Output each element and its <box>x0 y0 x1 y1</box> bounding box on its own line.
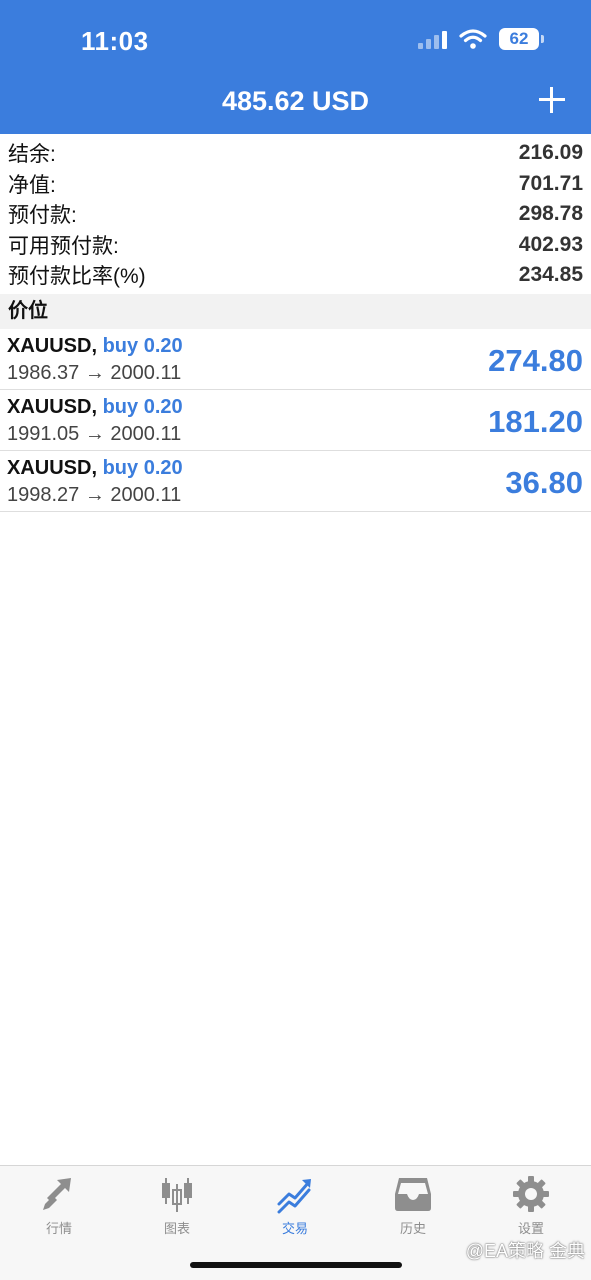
tab-history[interactable]: 历史 <box>354 1174 472 1237</box>
battery-icon: 62 <box>499 28 544 50</box>
candlestick-chart-icon <box>162 1178 192 1212</box>
summary-value: 216.09 <box>518 141 583 165</box>
tab-settings[interactable]: 设置 <box>472 1174 590 1237</box>
position-symbol: XAUUSD, <box>7 396 98 418</box>
add-order-button[interactable] <box>537 85 567 115</box>
tab-trade[interactable]: 交易 <box>236 1174 354 1237</box>
summary-label: 预付款: <box>8 204 77 228</box>
summary-row-margin-level: 预付款比率(%) 234.85 <box>0 260 591 291</box>
position-row[interactable]: XAUUSD, buy 0.20 1998.27 → 2000.11 36.80 <box>0 451 591 512</box>
position-profit: 181.20 <box>488 404 583 439</box>
summary-label: 结余: <box>8 143 56 167</box>
tab-quotes[interactable]: 行情 <box>0 1174 118 1237</box>
positions-section-header: 价位 <box>0 294 591 329</box>
account-balance-title: 485.62 USD <box>221 86 370 116</box>
summary-value: 402.93 <box>518 232 583 256</box>
position-profit: 274.80 <box>488 343 583 378</box>
account-summary: 结余: 216.09 净值: 701.71 预付款: 298.78 可用预付款:… <box>0 138 591 291</box>
tab-label: 设置 <box>517 1221 544 1236</box>
summary-row-balance: 结余: 216.09 <box>0 138 591 169</box>
watermark: @EA策略 金典 <box>465 1241 585 1261</box>
summary-value: 298.78 <box>518 202 583 226</box>
position-symbol: XAUUSD, <box>7 335 98 357</box>
position-row[interactable]: XAUUSD, buy 0.20 1986.37 → 2000.11 274.8… <box>0 329 591 390</box>
summary-row-free-margin: 可用预付款: 402.93 <box>0 230 591 261</box>
cellular-signal-icon <box>418 29 447 49</box>
home-indicator[interactable] <box>190 1262 402 1268</box>
summary-label: 净值: <box>8 173 56 197</box>
position-row[interactable]: XAUUSD, buy 0.20 1991.05 → 2000.11 181.2… <box>0 390 591 451</box>
summary-value: 701.71 <box>518 171 583 195</box>
app-header: 11:03 62 485.62 USD <box>0 0 591 134</box>
status-time: 11:03 <box>81 26 149 56</box>
summary-value: 234.85 <box>518 263 583 287</box>
tab-label: 历史 <box>399 1221 426 1236</box>
position-prices: 1998.27 → 2000.11 <box>7 484 182 506</box>
positions-list: XAUUSD, buy 0.20 1986.37 → 2000.11 274.8… <box>0 329 591 512</box>
quotes-arrows-icon <box>43 1178 71 1210</box>
summary-row-margin: 预付款: 298.78 <box>0 199 591 230</box>
tab-label: 行情 <box>45 1221 72 1236</box>
position-prices: 1991.05 → 2000.11 <box>7 423 182 445</box>
trade-trend-icon <box>277 1179 311 1214</box>
position-side: buy 0.20 <box>102 457 183 479</box>
tab-charts[interactable]: 图表 <box>118 1174 236 1237</box>
gear-icon <box>513 1176 549 1212</box>
position-side: buy 0.20 <box>102 335 183 357</box>
position-title: XAUUSD, buy 0.20 <box>7 457 183 480</box>
wifi-icon <box>459 29 487 49</box>
summary-row-equity: 净值: 701.71 <box>0 169 591 200</box>
position-side: buy 0.20 <box>102 396 183 418</box>
tab-label: 图表 <box>163 1221 190 1236</box>
position-profit: 36.80 <box>505 465 583 500</box>
summary-label: 预付款比率(%) <box>8 265 146 289</box>
position-symbol: XAUUSD, <box>7 457 98 479</box>
history-tray-icon <box>395 1178 431 1211</box>
position-title: XAUUSD, buy 0.20 <box>7 335 183 358</box>
position-title: XAUUSD, buy 0.20 <box>7 396 183 419</box>
position-prices: 1986.37 → 2000.11 <box>7 362 182 384</box>
status-icons: 62 <box>418 28 544 50</box>
summary-label: 可用预付款: <box>8 234 119 258</box>
tab-label: 交易 <box>281 1221 308 1236</box>
